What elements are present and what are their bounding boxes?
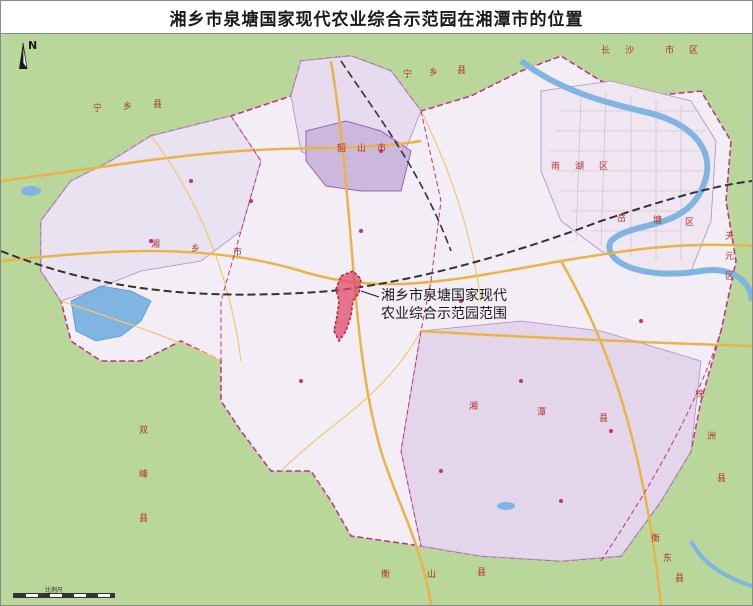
label-zhuzhou-3: 县	[717, 474, 727, 484]
lake-south	[497, 502, 515, 510]
north-arrow-icon: N	[11, 39, 43, 73]
label-yuetang-1: 岳	[617, 214, 627, 224]
label-xiangxiang-3: 市	[233, 248, 243, 258]
label-changsha-1: 长	[601, 46, 611, 56]
label-shaoshan-1: 韶	[337, 144, 347, 154]
north-letter: N	[28, 39, 38, 52]
label-changsha-2: 沙	[625, 46, 635, 56]
label-yuhu-2: 湖	[575, 162, 585, 172]
scale-bar: 比例尺	[9, 585, 121, 603]
label-xiangtan-3: 县	[599, 414, 609, 424]
label-zhuzhou-1: 株	[695, 390, 705, 400]
lake-west	[21, 186, 41, 196]
map-frame: 湘乡市泉塘国家现代农业综合示范园在湘潭市的位置 宁 乡 县 宁 乡 县 长 沙 …	[0, 0, 753, 606]
map-canvas	[1, 34, 752, 605]
label-hengshan-3: 县	[477, 568, 487, 578]
label-ningxiang-4: 宁	[403, 70, 413, 80]
label-hengshan-2: 山	[427, 570, 437, 580]
label-ningxiang-3: 县	[153, 100, 163, 110]
callout-line-2: 农业综合示范园范围	[381, 306, 507, 322]
label-shaoshan-2: 山	[357, 144, 367, 154]
label-xiangxiang-1: 湘	[151, 240, 161, 250]
label-changsha-4: 区	[689, 46, 699, 56]
label-hengdong-1: 衡	[651, 534, 661, 544]
park-callout: 湘乡市泉塘国家现代 农业综合示范园范围	[381, 287, 541, 323]
label-shuangfeng-2: 峰	[139, 470, 149, 480]
map-title-bar: 湘乡市泉塘国家现代农业综合示范园在湘潭市的位置	[1, 1, 752, 34]
label-yuhu-3: 区	[599, 162, 609, 172]
label-hengshan-1: 衡	[381, 570, 391, 580]
map-title: 湘乡市泉塘国家现代农业综合示范园在湘潭市的位置	[169, 9, 584, 30]
label-hengdong-2: 东	[663, 554, 673, 564]
label-changsha-3: 市	[665, 46, 675, 56]
label-xiangxiang-2: 乡	[191, 244, 201, 254]
scale-ruler	[13, 593, 115, 598]
label-tianyuan-3: 区	[725, 272, 735, 282]
label-ningxiang-1: 宁	[93, 104, 103, 114]
label-zhuzhou-2: 洲	[707, 432, 717, 442]
callout-line-1: 湘乡市泉塘国家现代	[381, 288, 507, 304]
label-hengdong-3: 县	[675, 574, 685, 584]
label-shuangfeng-3: 县	[139, 514, 149, 524]
label-xiangtan-2: 潭	[537, 408, 547, 418]
label-tianyuan-1: 天	[725, 232, 735, 242]
label-yuetang-2: 塘	[653, 216, 663, 226]
label-ningxiang-5: 乡	[429, 68, 439, 78]
label-tianyuan-2: 元	[725, 252, 735, 262]
label-ningxiang-6: 县	[457, 66, 467, 76]
label-shaoshan-3: 市	[377, 144, 387, 154]
label-shuangfeng-1: 双	[139, 426, 149, 436]
label-yuetang-3: 区	[685, 218, 695, 228]
label-xiangtan-1: 湘	[469, 402, 479, 412]
label-yuhu-1: 雨	[551, 162, 561, 172]
label-ningxiang-2: 乡	[123, 102, 133, 112]
